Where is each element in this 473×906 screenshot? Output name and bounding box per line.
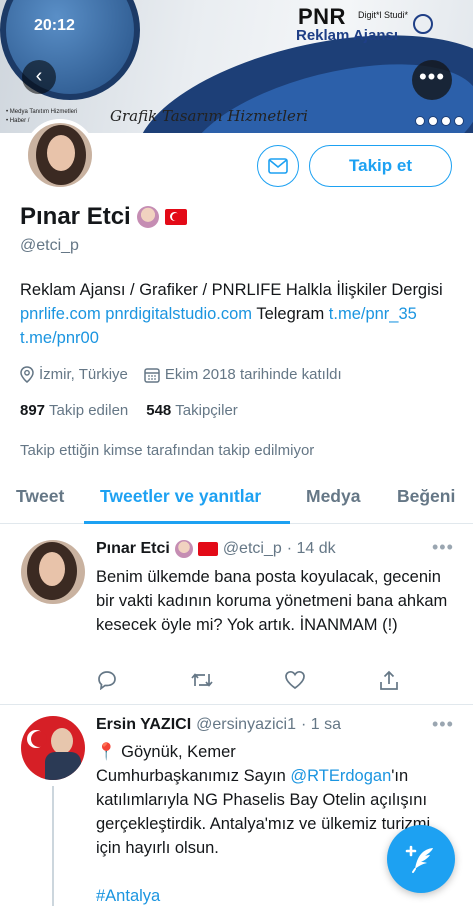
share-button[interactable] [378, 670, 472, 697]
banner-graphic [0, 0, 140, 100]
profile-handle: @etci_p [20, 237, 79, 254]
compose-tweet-button[interactable] [387, 825, 455, 893]
profile-name: Pınar Etci [20, 203, 131, 230]
bio-text: Reklam Ajansı / Grafiker / PNRLIFE Halkl… [20, 281, 443, 299]
tweet-avatar[interactable] [21, 716, 85, 780]
profile-bio: Reklam Ajansı / Grafiker / PNRLIFE Halkl… [20, 278, 460, 350]
tweet-time: · 1 sa [300, 716, 341, 733]
retweet-icon [191, 673, 213, 687]
tweet-actions [96, 670, 472, 697]
status-time: 20:12 [34, 17, 75, 34]
tab-media[interactable]: Medya [306, 486, 360, 507]
heart-icon [285, 670, 305, 690]
reply-button[interactable] [96, 670, 190, 697]
following-count[interactable]: 897 Takip edilen [20, 402, 128, 419]
tweet-more-icon[interactable]: ••• [432, 714, 454, 735]
not-followed-note: Takip ettiğin kimse tarafından takip edi… [20, 442, 315, 459]
tweet-author-handle: @etci_p [222, 540, 282, 557]
social-icon [441, 116, 451, 126]
bio-link[interactable]: t.me/pnr00 [20, 329, 99, 347]
banner-brand-line2: Reklam Ajansı [296, 27, 398, 44]
tweet-time: · 14 dk [286, 540, 336, 557]
tweet-text: Benim ülkemde bana posta koyulacak, gece… [96, 568, 448, 634]
turkey-flag-icon [197, 542, 218, 556]
following-label: Takip edilen [49, 402, 129, 419]
more-dots-icon: ••• [418, 64, 446, 89]
woman-raising-hand-emoji-icon [136, 206, 159, 228]
bio-link[interactable]: t.me/pnr_35 [329, 305, 417, 323]
tweet-location-line: 📍 Göynük, Kemer [96, 743, 236, 761]
avatar-face [51, 728, 73, 754]
woman-raising-hand-emoji-icon [174, 540, 193, 558]
follow-counts: 897 Takip edilen 548 Takipçiler [20, 402, 238, 419]
tab-tweets-and-replies[interactable]: Tweetler ve yanıtlar [100, 486, 261, 507]
calendar-icon [144, 367, 160, 383]
profile-banner[interactable]: PNR Digit*l Studi* Reklam Ajansı • Medya… [0, 0, 473, 133]
tweet-more-icon[interactable]: ••• [432, 537, 454, 558]
tweet-avatar[interactable] [21, 540, 85, 604]
tweet-author-handle: @ersinyazici1 [196, 716, 296, 733]
followers-number: 548 [146, 402, 172, 419]
social-icon [428, 116, 438, 126]
profile-name-row: Pınar Etci [20, 203, 187, 231]
bio-link[interactable]: pnrdigitalstudio.com [105, 305, 252, 323]
tweet-text-part: Cumhurbaşkanımız Sayın [96, 767, 291, 785]
banner-brand-sub: Digit*l Studi* [358, 10, 409, 20]
tweet-author-name[interactable]: Ersin YAZICI [96, 716, 191, 734]
banner-logo-icon [413, 14, 433, 34]
like-button[interactable] [284, 670, 378, 697]
banner-bullet: • Medya Tanıtım Hizmetleri [6, 109, 78, 115]
tweet-author-name[interactable]: Pınar Etci [96, 540, 170, 558]
tweet[interactable]: Pınar Etci @etci_p · 14 dk ••• Benim ülk… [0, 525, 473, 705]
thread-line [52, 786, 54, 906]
banner-social-icons [415, 116, 464, 126]
back-button[interactable]: ‹ [22, 60, 56, 94]
bio-text: Telegram [252, 305, 329, 323]
social-icon [415, 116, 425, 126]
social-icon [454, 116, 464, 126]
tab-tweets[interactable]: Tweet [16, 486, 64, 507]
banner-tagline: Grafik Tasarım Hizmetleri [110, 107, 308, 125]
tweet-mention-link[interactable]: @RTErdogan [290, 767, 391, 785]
active-tab-indicator [84, 521, 290, 524]
avatar-face [47, 135, 75, 171]
chevron-left-icon: ‹ [35, 65, 43, 87]
followers-label: Takipçiler [175, 402, 238, 419]
location-item: İzmir, Türkiye [20, 366, 128, 383]
profile-avatar[interactable] [24, 119, 96, 191]
turkey-flag-icon [164, 209, 187, 225]
compose-feather-icon [405, 845, 433, 873]
bio-link[interactable]: pnrlife.com [20, 305, 101, 323]
avatar-face [39, 552, 65, 586]
location-text: İzmir, Türkiye [39, 366, 128, 383]
joined-item: Ekim 2018 tarihinde katıldı [144, 366, 342, 383]
avatar-crescent-cut [31, 731, 47, 747]
follow-button[interactable]: Takip et [309, 145, 452, 187]
reply-icon [98, 671, 116, 691]
message-button[interactable] [257, 145, 299, 187]
following-number: 897 [20, 402, 46, 419]
location-pin-icon [20, 366, 34, 383]
followers-count[interactable]: 548 Takipçiler [146, 402, 238, 419]
envelope-icon [268, 158, 288, 174]
tweet-header: Pınar Etci @etci_p · 14 dk [96, 540, 336, 558]
retweet-button[interactable] [190, 670, 284, 697]
profile-tabs: Tweet Tweetler ve yanıtlar Medya Beğeni [0, 472, 473, 524]
joined-text: Ekim 2018 tarihinde katıldı [164, 366, 342, 383]
more-options-button[interactable]: ••• [412, 60, 452, 100]
profile-meta: İzmir, Türkiye Ekim 2018 tarihinde katıl… [20, 366, 342, 383]
tab-likes[interactable]: Beğeni [397, 486, 455, 507]
share-icon [380, 670, 398, 690]
avatar-suit [45, 752, 81, 780]
tweet-header: Ersin YAZICI @ersinyazici1 · 1 sa [96, 716, 341, 734]
